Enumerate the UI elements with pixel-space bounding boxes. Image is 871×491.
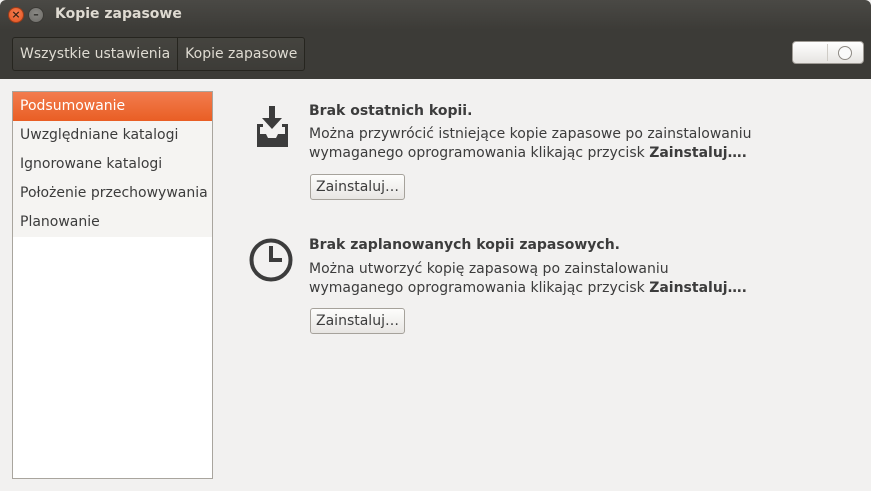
section-recent-line2-bold: Zainstaluj… (649, 145, 742, 161)
section-scheduled-heading: Brak zaplanowanych kopii zapasowych. (309, 237, 620, 253)
minimize-icon: – (33, 8, 39, 21)
section-scheduled-description: Można utworzyć kopię zapasową po zainsta… (309, 260, 769, 298)
section-recent-line1: Można przywrócić istniejące kopie zapaso… (309, 126, 752, 142)
section-scheduled-line2-bold: Zainstaluj… (649, 280, 742, 296)
install-button-restore[interactable]: Zainstaluj… (310, 174, 405, 200)
sidebar-item-ignored-folders[interactable]: Ignorowane katalogi (13, 150, 212, 179)
section-recent-heading: Brak ostatnich kopii. (309, 103, 473, 119)
sidebar-list: Podsumowanie Uwzględniane katalogi Ignor… (13, 92, 212, 237)
breadcrumb-all-settings[interactable]: Wszystkie ustawienia (13, 38, 177, 70)
sidebar-item-storage-location[interactable]: Położenie przechowywania (13, 179, 212, 208)
toggle-off-indicator (838, 46, 852, 60)
breadcrumb-current[interactable]: Kopie zapasowe (177, 38, 304, 70)
install-button-schedule[interactable]: Zainstaluj… (310, 308, 405, 334)
sidebar-item-scheduling[interactable]: Planowanie (13, 208, 212, 237)
section-scheduled-line2: wymaganego oprogramowania klikając przyc… (309, 279, 769, 298)
section-scheduled-line1: Można utworzyć kopię zapasową po zainsta… (309, 261, 669, 277)
section-recent-line2-suffix: . (741, 145, 747, 161)
close-icon: × (11, 8, 21, 21)
minimize-button[interactable]: – (28, 7, 44, 23)
backup-toggle-switch[interactable] (792, 41, 864, 64)
title-bar: × – Kopie zapasowe (0, 0, 871, 30)
section-recent-description: Można przywrócić istniejące kopie zapaso… (309, 125, 769, 163)
section-scheduled-line2-suffix: . (741, 280, 747, 296)
breadcrumb: Wszystkie ustawienia Kopie zapasowe (12, 37, 306, 71)
sidebar: Podsumowanie Uwzględniane katalogi Ignor… (12, 91, 213, 479)
section-recent-line2: wymaganego oprogramowania klikając przyc… (309, 144, 769, 163)
toggle-divider (827, 44, 828, 61)
sidebar-item-included-folders[interactable]: Uwzględniane katalogi (13, 121, 212, 150)
close-button[interactable]: × (8, 7, 24, 23)
sidebar-item-summary[interactable]: Podsumowanie (13, 92, 212, 121)
section-recent-line2-text: wymaganego oprogramowania klikając przyc… (309, 145, 650, 161)
toolbar: Wszystkie ustawienia Kopie zapasowe (0, 30, 871, 79)
download-tray-icon (257, 106, 288, 147)
clock-icon (249, 238, 293, 282)
window-title: Kopie zapasowe (55, 6, 182, 22)
section-scheduled-line2-text: wymaganego oprogramowania klikając przyc… (309, 280, 650, 296)
